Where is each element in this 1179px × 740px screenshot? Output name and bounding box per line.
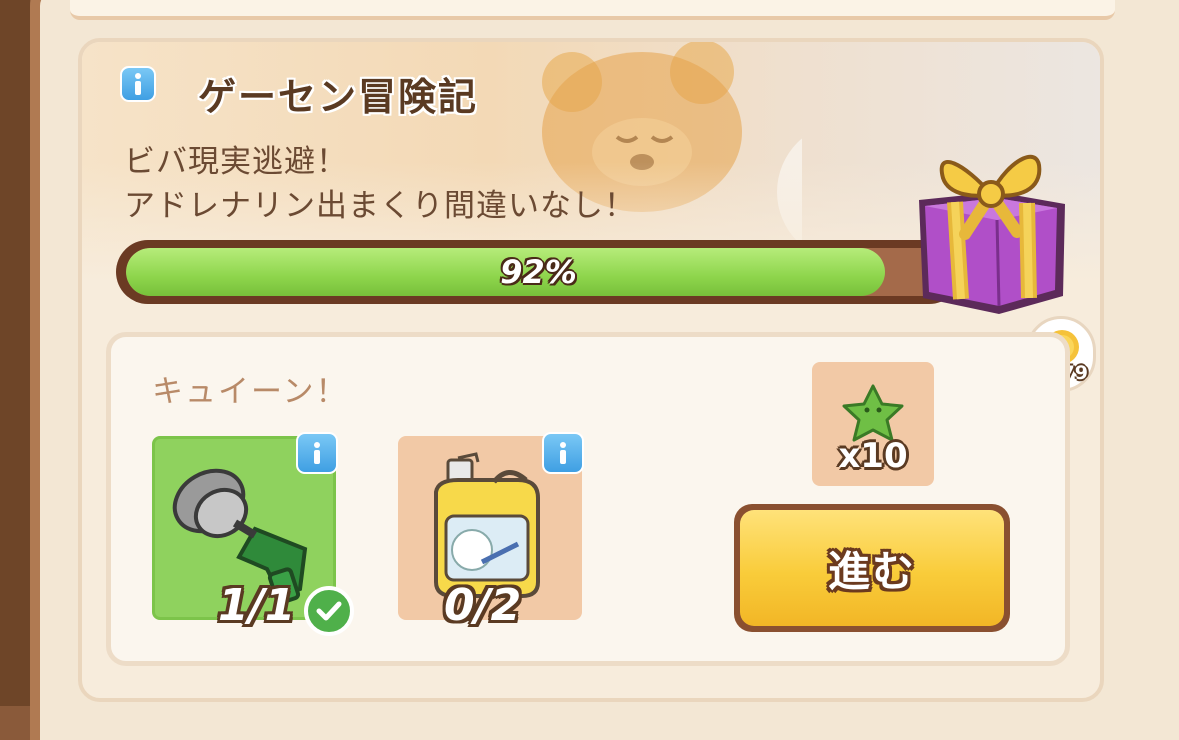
event-description-line1: ビバ現実逃避！ (124, 144, 348, 180)
top-divider (70, 0, 1115, 20)
window-edge (0, 0, 30, 706)
go-button-label: 進む (740, 510, 1004, 626)
progress-percent: 92% (500, 253, 577, 291)
detergent-count: 0/2 (444, 580, 522, 631)
go-button[interactable]: 進む (734, 504, 1010, 632)
event-title: ゲーセン冒険記 (198, 75, 479, 119)
event-description-line2: アドレナリン出まくり間違いなし！ (124, 188, 636, 224)
gift-box-icon[interactable] (905, 134, 1075, 320)
drill-count: 1/1 (218, 580, 296, 631)
check-icon (304, 586, 354, 636)
reward-count: x10 (838, 436, 908, 476)
detergent-info-icon[interactable] (542, 432, 584, 474)
drill-info-icon[interactable] (296, 432, 338, 474)
task-label: キュイーン！ (152, 374, 349, 410)
event-info-icon[interactable] (120, 66, 156, 102)
event-progress-bar: 92% (116, 240, 961, 304)
